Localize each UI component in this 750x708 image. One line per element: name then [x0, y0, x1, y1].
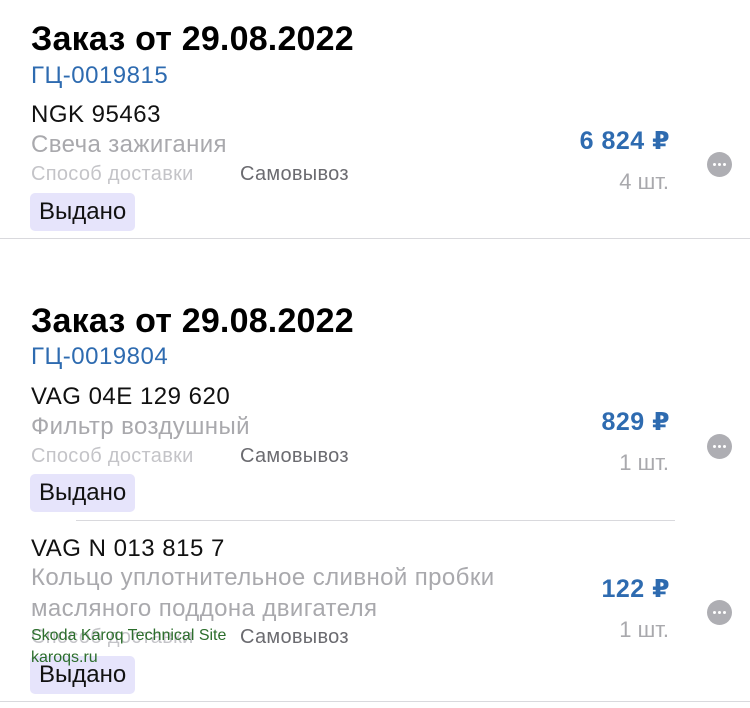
part-name: Свеча зажигания: [31, 131, 227, 158]
part-name-line-1: Кольцо уплотнительное сливной пробки: [31, 564, 495, 591]
item-quantity: 4 шт.: [619, 169, 669, 194]
delivery-method-value: Самовывоз: [240, 626, 349, 648]
part-name-line-2: масляного поддона двигателя: [31, 595, 378, 622]
item-quantity: 1 шт.: [619, 617, 669, 642]
watermark-title: Skoda Karoq Technical Site: [31, 627, 227, 644]
order-title: Заказ от 29.08.2022: [31, 20, 354, 58]
item-quantity: 1 шт.: [619, 450, 669, 475]
status-badge: Выдано: [30, 193, 136, 231]
order-id[interactable]: ГЦ-0019804: [31, 343, 168, 371]
more-horizontal-icon[interactable]: [707, 600, 732, 625]
item-divider: [76, 520, 675, 521]
more-horizontal-icon[interactable]: [707, 434, 732, 459]
delivery-method-label: Способ доставки: [31, 163, 194, 185]
delivery-method-value: Самовывоз: [240, 163, 349, 185]
more-horizontal-icon[interactable]: [707, 152, 732, 177]
part-number: VAG N 013 815 7: [31, 535, 225, 562]
part-number: NGK 95463: [31, 101, 161, 128]
delivery-method-value: Самовывоз: [240, 445, 349, 467]
part-name: Фильтр воздушный: [31, 413, 250, 440]
status-badge: Выдано: [30, 474, 136, 512]
item-price: 829 ₽: [601, 408, 670, 436]
part-number: VAG 04E 129 620: [31, 383, 231, 410]
order-divider: [0, 238, 750, 239]
watermark-url: karoqs.ru: [31, 649, 98, 666]
delivery-method-label: Способ доставки: [31, 445, 194, 467]
item-price: 122 ₽: [601, 575, 670, 603]
order-id[interactable]: ГЦ-0019815: [31, 62, 168, 90]
bottom-divider: [0, 701, 750, 702]
item-price: 6 824 ₽: [579, 127, 670, 155]
order-title: Заказ от 29.08.2022: [31, 302, 354, 340]
